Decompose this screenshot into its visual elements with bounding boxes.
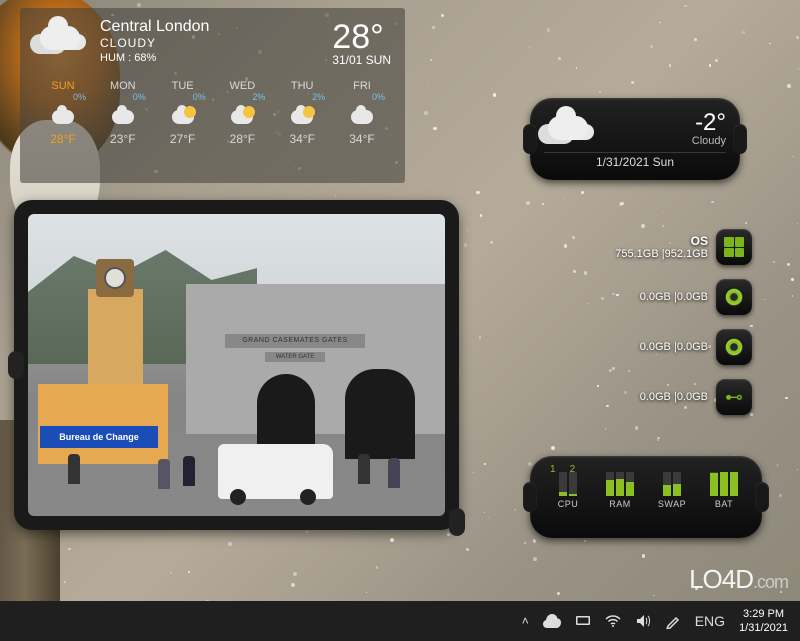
drive-usage: 0.0GB |0.0GB	[640, 291, 708, 303]
weather-cloud-icon	[34, 18, 94, 68]
meter-bat: BAT	[702, 472, 746, 509]
meter-cpu: CPU	[546, 472, 590, 509]
forecast-pop: 0%	[333, 92, 391, 102]
forecast-day[interactable]: FRI 0% 34°F	[333, 80, 391, 146]
taskbar-date: 1/31/2021	[739, 621, 788, 635]
drives-widget[interactable]: OS 755.1GB |952.1GB 0.0GB |0.0GB 0.0GB |…	[532, 222, 752, 422]
forecast-icon	[34, 104, 92, 130]
forecast-pop: 0%	[94, 92, 152, 102]
speaker-icon[interactable]	[635, 613, 651, 629]
pen-icon[interactable]	[665, 613, 681, 629]
forecast-temp: 34°F	[333, 132, 391, 146]
forecast-icon	[273, 104, 331, 130]
weather-date: 31/01 SUN	[332, 53, 391, 67]
forecast-pop: 0%	[34, 92, 92, 102]
forecast-temp: 34°F	[273, 132, 331, 146]
forecast-pop: 2%	[213, 92, 271, 102]
onedrive-icon[interactable]	[543, 614, 561, 628]
photo-image: GRAND CASEMATES GATES WATER GATE Bureau …	[28, 214, 445, 516]
drive-usage: 755.1GB |952.1GB	[615, 248, 708, 260]
weather-widget-large[interactable]: Central London CLOUDY HUM : 68% 28° 31/0…	[20, 8, 405, 183]
taskbar-time: 3:29 PM	[739, 607, 788, 621]
forecast-temp: 27°F	[154, 132, 212, 146]
photo-frame-widget[interactable]: GRAND CASEMATES GATES WATER GATE Bureau …	[14, 200, 459, 530]
watermark-logo: LO4D.com	[689, 564, 788, 595]
weather-city: Central London	[100, 18, 332, 36]
weather-condition: CLOUDY	[100, 36, 332, 50]
forecast-temp: 28°F	[213, 132, 271, 146]
forecast-temp: 23°F	[94, 132, 152, 146]
forecast-day-name: WED	[213, 80, 271, 92]
forecast-icon	[213, 104, 271, 130]
widget-knob-left[interactable]	[523, 482, 537, 512]
forecast-day-name: MON	[94, 80, 152, 92]
disc-icon[interactable]	[716, 279, 752, 315]
meter-swap: SWAP	[650, 472, 694, 509]
forecast-day[interactable]: THU 2% 34°F	[273, 80, 331, 146]
widget-knob-right[interactable]	[733, 124, 747, 154]
meter-label: BAT	[715, 499, 733, 509]
drive-row[interactable]: 0.0GB |0.0GB	[532, 272, 752, 322]
forecast-day[interactable]: WED 2% 28°F	[213, 80, 271, 146]
drive-usage: 0.0GB |0.0GB	[640, 341, 708, 353]
drive-row[interactable]: 0.0GB |0.0GB	[532, 322, 752, 372]
forecast-icon	[154, 104, 212, 130]
taskbar[interactable]: ˄ ENG 3:29 PM 1/31/2021	[0, 601, 800, 641]
drive-usage: 0.0GB |0.0GB	[640, 391, 708, 403]
photo-bureau-sign: Bureau de Change	[40, 426, 158, 448]
weather-temperature: 28°	[332, 18, 391, 57]
forecast-day-name: TUE	[154, 80, 212, 92]
disc-icon[interactable]	[716, 329, 752, 365]
drive-row[interactable]: 0.0GB |0.0GB ⊷	[532, 372, 752, 422]
meter-label: RAM	[609, 499, 631, 509]
meter-ram: RAM	[598, 472, 642, 509]
weather-humidity: HUM : 68%	[100, 52, 332, 64]
weather-small-temp: -2°	[692, 109, 726, 137]
meter-label: CPU	[558, 499, 579, 509]
weather-widget-small[interactable]: -2° Cloudy 1/31/2021 Sun	[530, 98, 740, 180]
drive-os-label: OS	[615, 234, 708, 248]
weather-cloud-icon	[544, 110, 596, 146]
forecast-day-name: SUN	[34, 80, 92, 92]
tray-overflow-icon[interactable]: ˄	[522, 614, 529, 628]
forecast-pop: 0%	[154, 92, 212, 102]
meter-label: SWAP	[658, 499, 686, 509]
forecast-day[interactable]: TUE 0% 27°F	[154, 80, 212, 146]
forecast-icon	[333, 104, 391, 130]
windows-icon[interactable]	[716, 229, 752, 265]
weather-small-condition: Cloudy	[692, 135, 726, 147]
forecast-day[interactable]: MON 0% 23°F	[94, 80, 152, 146]
forecast-day-name: THU	[273, 80, 331, 92]
system-monitor-widget[interactable]: 12 CPURAMSWAPBAT	[530, 456, 762, 538]
system-tray: ˄ ENG 3:29 PM 1/31/2021	[522, 607, 788, 635]
usb-icon[interactable]: ⊷	[716, 379, 752, 415]
forecast-row: SUN 0% 28°F MON 0% 23°F TUE 0% 27°F WED …	[34, 80, 391, 146]
language-indicator[interactable]: ENG	[695, 613, 725, 629]
forecast-day[interactable]: SUN 0% 28°F	[34, 80, 92, 146]
drive-row[interactable]: OS 755.1GB |952.1GB	[532, 222, 752, 272]
network-icon[interactable]	[575, 614, 591, 628]
photo-gates-sign: GRAND CASEMATES GATES	[225, 334, 365, 348]
photo-water-sign: WATER GATE	[265, 352, 325, 362]
taskbar-clock[interactable]: 3:29 PM 1/31/2021	[739, 607, 788, 635]
forecast-icon	[94, 104, 152, 130]
widget-knob-right[interactable]	[755, 482, 769, 512]
wifi-icon[interactable]	[605, 613, 621, 629]
forecast-temp: 28°F	[34, 132, 92, 146]
weather-small-date: 1/31/2021 Sun	[544, 155, 726, 169]
forecast-pop: 2%	[273, 92, 331, 102]
forecast-day-name: FRI	[333, 80, 391, 92]
widget-knob-left[interactable]	[523, 124, 537, 154]
